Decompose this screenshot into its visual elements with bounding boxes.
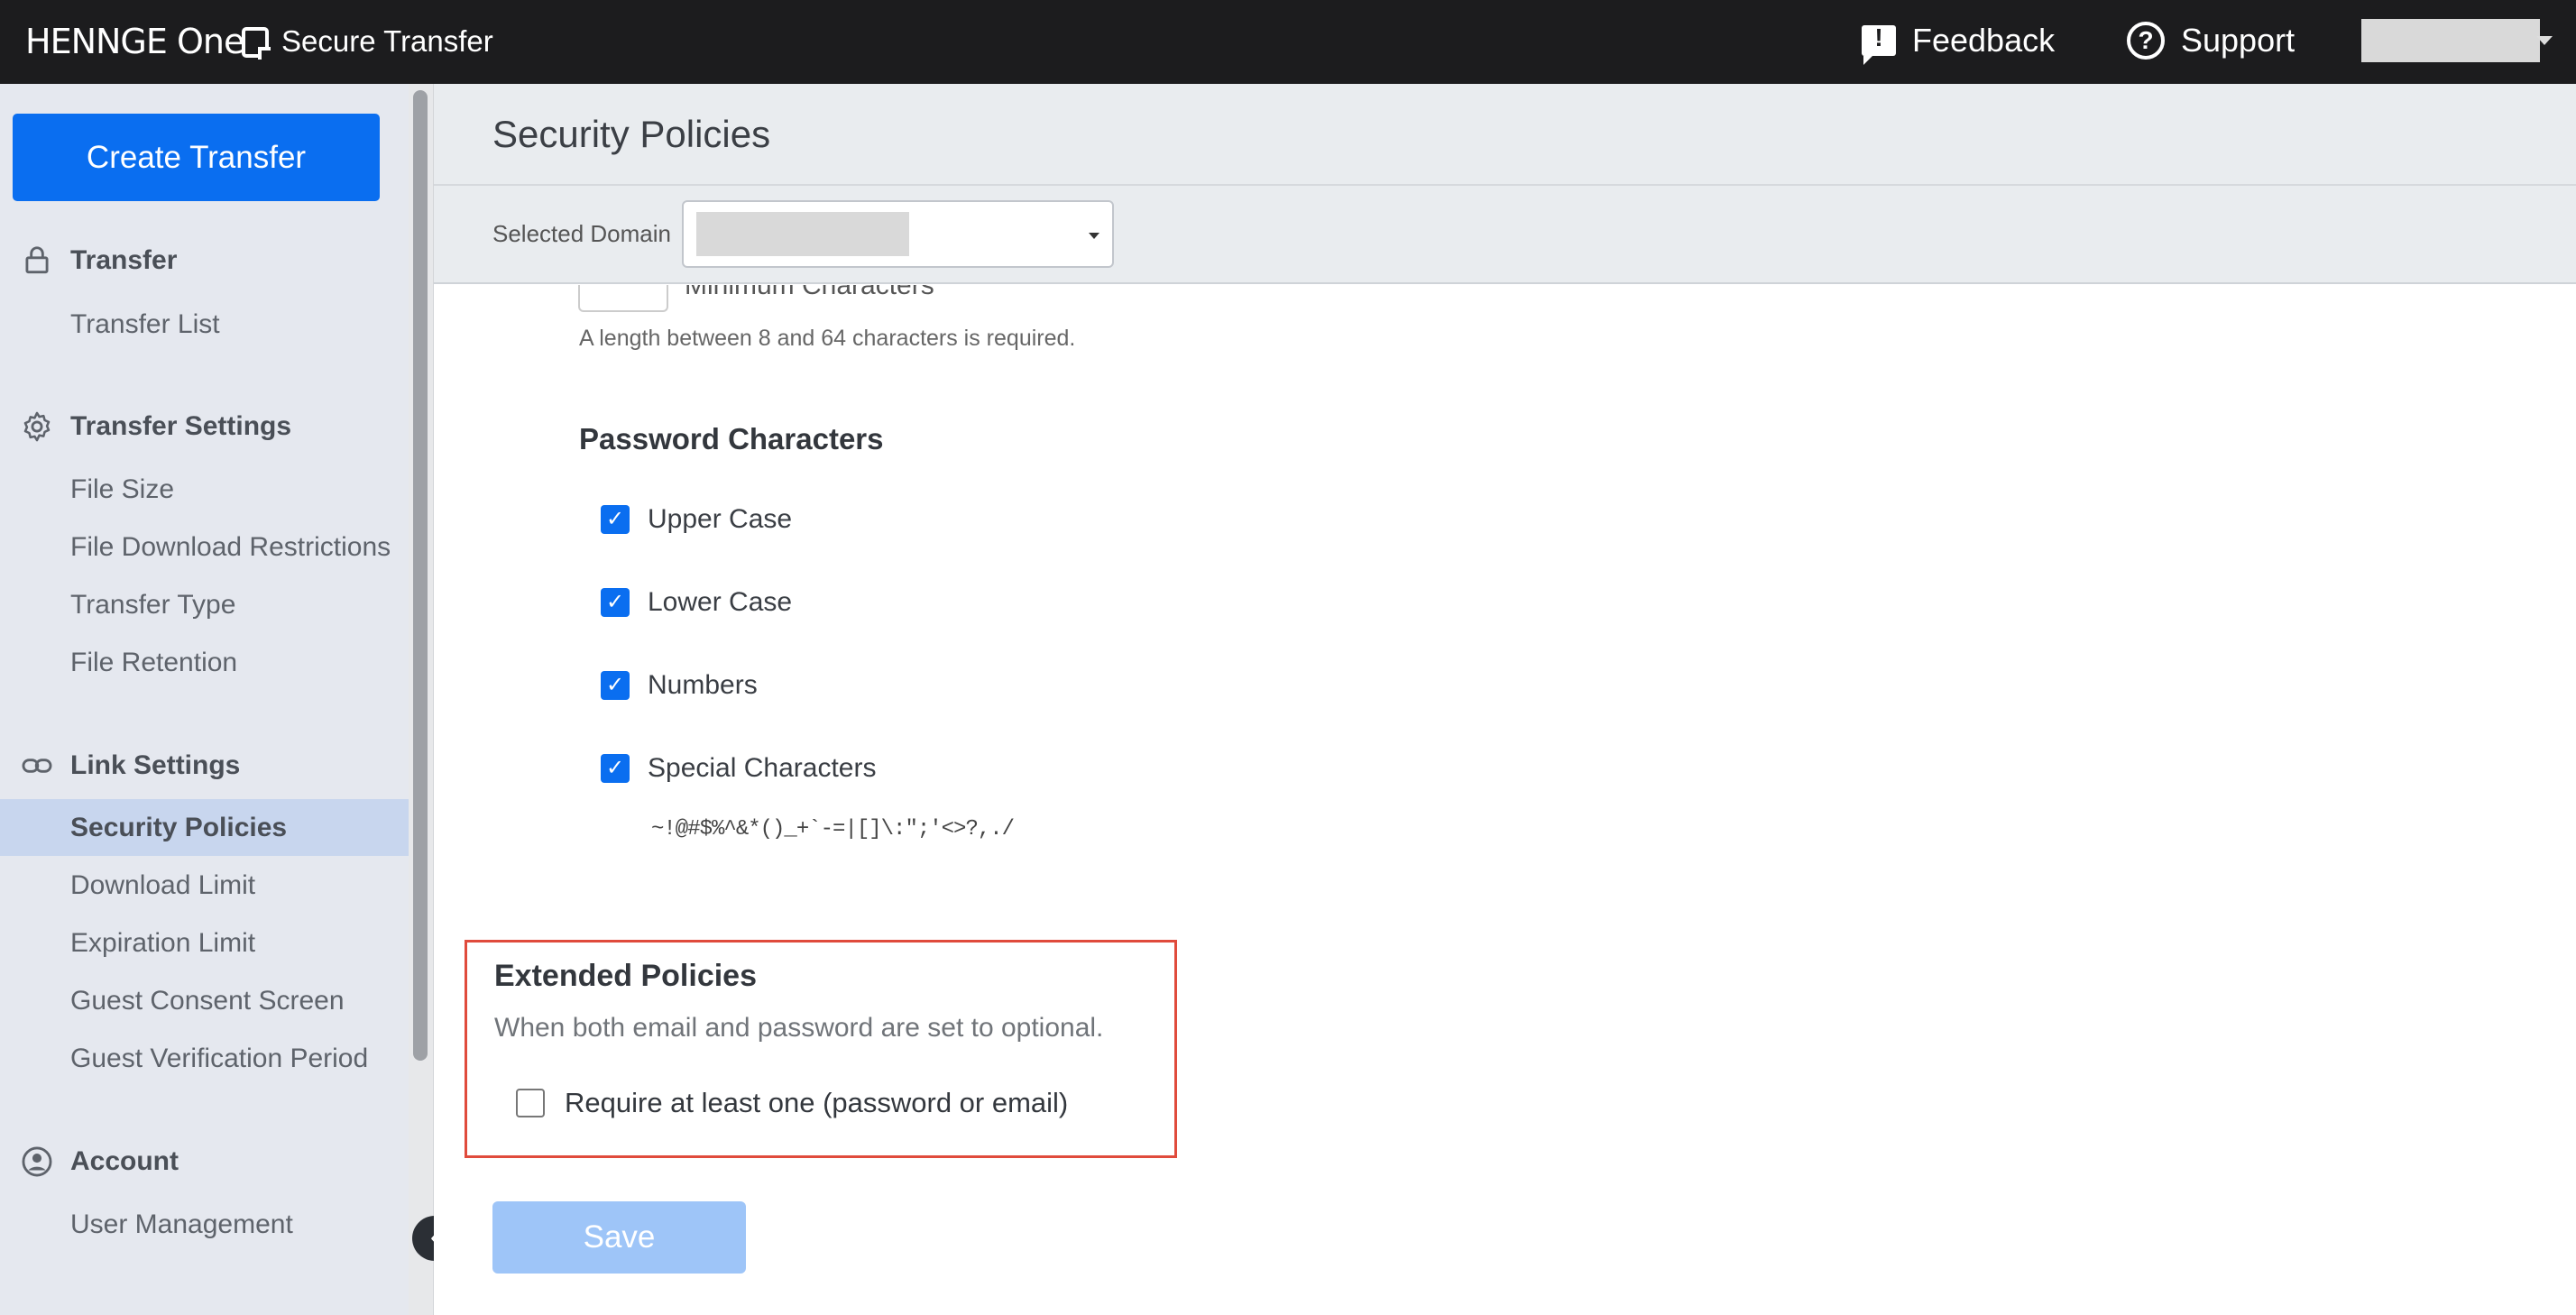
user-icon	[22, 1146, 52, 1177]
top-bar: HENNGE One Secure Transfer Feedback ? Su…	[0, 0, 2576, 84]
extended-policies-description: When both email and password are set to …	[494, 1013, 1104, 1043]
secure-transfer-icon	[242, 27, 269, 58]
feedback-label: Feedback	[1912, 22, 2056, 59]
option-require-at-least-one[interactable]: Require at least one (password or email)	[516, 1087, 1068, 1119]
page-title: Security Policies	[492, 113, 771, 155]
option-label: Require at least one (password or email)	[565, 1087, 1069, 1118]
user-menu[interactable]	[2361, 19, 2540, 62]
sidebar-section-link-settings: Link Settings	[20, 749, 240, 783]
policy-content: 12 Minimum Characters A length between 8…	[434, 285, 2576, 1315]
lock-icon	[25, 246, 49, 274]
minimum-characters-label: Minimum Characters	[685, 285, 934, 300]
support-label: Support	[2181, 22, 2295, 59]
sidebar-scrollbar-thumb[interactable]	[413, 90, 428, 1061]
sidebar-section-title: Link Settings	[70, 750, 241, 780]
sidebar-item-guest-consent-screen[interactable]: Guest Consent Screen	[0, 972, 409, 1029]
domain-select[interactable]	[682, 200, 1114, 268]
special-characters-list: ~!@#$%^&*()_+`-=|[]\:";'<>?,./	[651, 817, 1015, 841]
feedback-icon	[1862, 23, 1896, 65]
sidebar-item-file-retention[interactable]: File Retention	[0, 634, 409, 691]
extended-policies-panel: Extended Policies When both email and pa…	[465, 940, 1177, 1158]
sidebar-item-transfer-type[interactable]: Transfer Type	[0, 576, 409, 633]
gear-icon	[23, 411, 51, 442]
sidebar-item-file-size[interactable]: File Size	[0, 461, 409, 518]
brand-logo: HENNGE One	[25, 22, 244, 61]
checkbox-checked[interactable]: ✓	[601, 754, 630, 783]
sidebar-section-title: Transfer Settings	[70, 411, 292, 441]
checkbox-checked[interactable]: ✓	[601, 671, 630, 700]
option-label: Numbers	[648, 670, 758, 700]
sidebar-item-download-limit[interactable]: Download Limit	[0, 857, 409, 914]
domain-select-value	[696, 212, 909, 256]
minimum-characters-input[interactable]: 12	[578, 285, 668, 312]
sidebar-section-transfer: Transfer	[20, 244, 177, 278]
sidebar-item-user-management[interactable]: User Management	[0, 1196, 409, 1253]
option-numbers[interactable]: ✓ Numbers	[601, 670, 758, 701]
sidebar-section-account: Account	[20, 1145, 179, 1179]
checkbox-checked[interactable]: ✓	[601, 505, 630, 534]
sidebar-section-title: Transfer	[70, 245, 178, 275]
sidebar-item-file-download-restrictions[interactable]: File Download Restrictions	[0, 519, 409, 575]
option-label: Lower Case	[648, 587, 793, 617]
length-hint: A length between 8 and 64 characters is …	[579, 326, 1076, 351]
option-upper-case[interactable]: ✓ Upper Case	[601, 504, 792, 535]
link-icon	[22, 759, 52, 773]
save-button[interactable]: Save	[492, 1201, 746, 1274]
checkbox-unchecked[interactable]	[516, 1089, 545, 1117]
chevron-down-icon	[1089, 233, 1099, 239]
sidebar-item-security-policies[interactable]: Security Policies	[0, 799, 409, 856]
header-divider	[434, 184, 2576, 186]
sidebar: Create Transfer Transfer Transfer List T…	[0, 84, 409, 1315]
sidebar-section-transfer-settings: Transfer Settings	[20, 409, 291, 444]
password-characters-heading: Password Characters	[579, 422, 884, 455]
selected-domain-label: Selected Domain	[492, 220, 671, 247]
support-link[interactable]: ? Support	[2127, 22, 2295, 60]
sidebar-item-transfer-list[interactable]: Transfer List	[0, 296, 409, 353]
support-icon: ?	[2127, 22, 2165, 60]
extended-policies-heading: Extended Policies	[494, 959, 757, 993]
sidebar-item-expiration-limit[interactable]: Expiration Limit	[0, 915, 409, 971]
feedback-link[interactable]: Feedback	[1862, 22, 2056, 65]
option-lower-case[interactable]: ✓ Lower Case	[601, 587, 792, 618]
chevron-down-icon[interactable]	[2536, 36, 2553, 45]
sidebar-section-title: Account	[70, 1146, 179, 1176]
option-label: Upper Case	[648, 504, 793, 534]
option-special-characters[interactable]: ✓ Special Characters	[601, 753, 876, 784]
product-name: Secure Transfer	[281, 24, 493, 58]
create-transfer-button[interactable]: Create Transfer	[13, 114, 380, 201]
option-label: Special Characters	[648, 753, 877, 783]
sidebar-item-guest-verification-period[interactable]: Guest Verification Period	[0, 1030, 409, 1087]
checkbox-checked[interactable]: ✓	[601, 588, 630, 617]
